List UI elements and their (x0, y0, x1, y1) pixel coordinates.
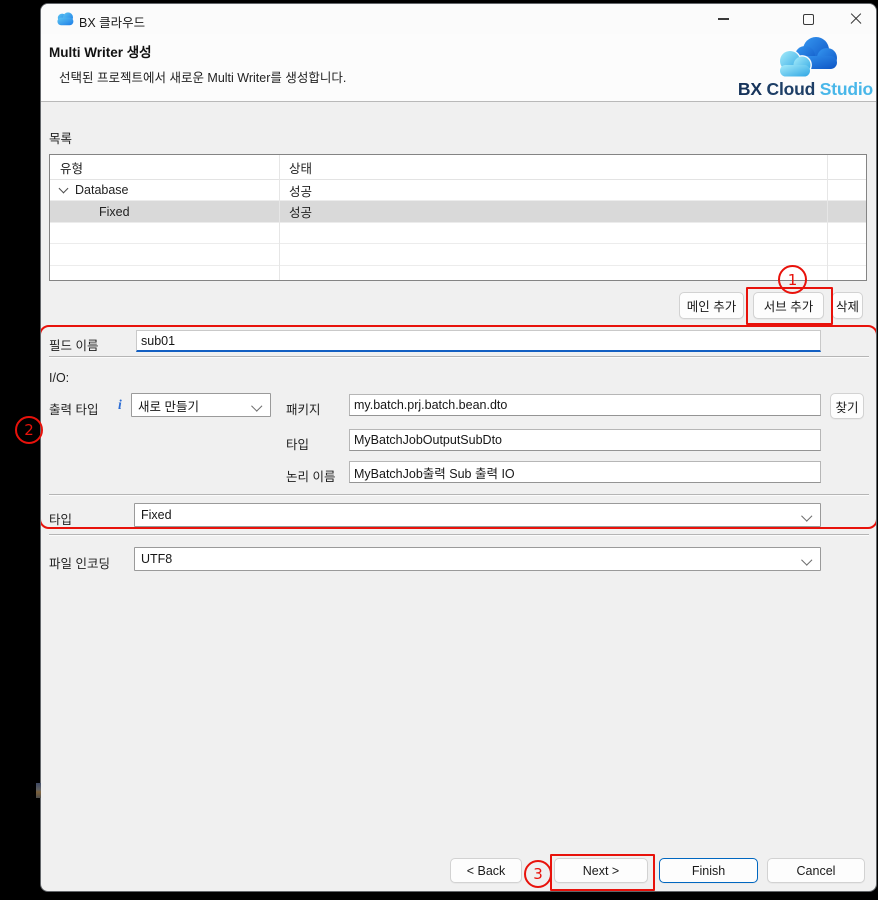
io-label: I/O: (49, 371, 69, 385)
bx-cloud-logo-icon (772, 35, 842, 81)
close-icon (850, 13, 862, 25)
info-icon[interactable]: i (118, 397, 122, 413)
maximize-button[interactable] (786, 4, 831, 34)
table-row-empty[interactable] (50, 223, 866, 244)
finish-button[interactable]: Finish (659, 858, 758, 883)
title-bar[interactable]: BX 클라우드 (41, 4, 876, 34)
annotation-circle-2: 2 (15, 416, 43, 444)
package-input[interactable] (349, 394, 821, 416)
row-status: 성공 (279, 201, 827, 221)
writer-type-label: 타입 (49, 509, 72, 528)
column-header-type[interactable]: 유형 (50, 155, 279, 179)
bx-cloud-studio-wordmark: BX Cloud Studio (738, 79, 873, 100)
table-header-row: 유형 상태 (50, 155, 866, 180)
package-label: 패키지 (286, 399, 321, 418)
wizard-header: Multi Writer 생성 선택된 프로젝트에서 새로운 Multi Wri… (41, 34, 876, 102)
browse-button[interactable]: 찾기 (830, 393, 864, 419)
wizard-dialog: BX 클라우드 Multi Writer 생성 선택된 프로젝트에서 새로운 M… (40, 3, 877, 892)
row-type: Fixed (50, 201, 279, 221)
encoding-combo[interactable]: UTF8 (134, 547, 821, 571)
table-row-empty[interactable] (50, 266, 866, 280)
table-row-database[interactable]: Database 성공 (50, 180, 866, 201)
list-section-label: 목록 (49, 128, 72, 147)
table-row-empty[interactable] (50, 244, 866, 265)
chevron-down-icon (801, 554, 812, 565)
minimize-icon (718, 18, 729, 19)
delete-button[interactable]: 삭제 (832, 292, 863, 319)
maximize-icon (803, 14, 814, 25)
field-name-input[interactable] (136, 330, 821, 352)
separator (49, 534, 869, 536)
column-header-status[interactable]: 상태 (279, 155, 827, 179)
add-sub-button[interactable]: 서브 추가 (753, 292, 824, 319)
dto-type-input[interactable] (349, 429, 821, 451)
close-button[interactable] (833, 4, 877, 34)
row-status: 성공 (279, 180, 827, 200)
table-row-fixed-selected[interactable]: Fixed 성공 (50, 201, 866, 222)
screenshot-root: { "window": { "title": "BX 클라우드" }, "hea… (0, 0, 878, 900)
separator (49, 494, 869, 496)
writer-list-table: 유형 상태 Database 성공 Fixed 성공 (49, 154, 867, 281)
back-button[interactable]: < Back (450, 858, 522, 883)
annotation-circle-3: 3 (524, 860, 552, 888)
chevron-down-icon (801, 510, 812, 521)
output-type-label: 출력 타입 (49, 399, 98, 418)
minimize-button[interactable] (701, 4, 746, 34)
add-main-button[interactable]: 메인 추가 (679, 292, 744, 319)
app-cloud-icon (55, 12, 76, 26)
next-button[interactable]: Next > (554, 858, 648, 883)
separator (49, 356, 869, 358)
tree-expand-icon[interactable] (59, 184, 69, 194)
field-name-label: 필드 이름 (49, 335, 98, 354)
cancel-button[interactable]: Cancel (767, 858, 865, 883)
writer-type-value: Fixed (141, 508, 172, 522)
output-type-combo[interactable]: 새로 만들기 (131, 393, 271, 417)
writer-type-combo[interactable]: Fixed (134, 503, 821, 527)
logical-name-input[interactable] (349, 461, 821, 483)
encoding-value: UTF8 (141, 552, 172, 566)
page-title: Multi Writer 생성 (49, 41, 152, 61)
column-divider (279, 155, 280, 280)
logical-name-label: 논리 이름 (286, 466, 335, 485)
row-type: Database (75, 183, 129, 197)
edge-artifact (36, 783, 41, 798)
column-divider (827, 155, 828, 280)
dto-type-label: 타입 (286, 434, 309, 453)
chevron-down-icon (251, 400, 262, 411)
encoding-label: 파일 인코딩 (49, 553, 110, 572)
column-header-empty (827, 155, 866, 179)
page-subtitle: 선택된 프로젝트에서 새로운 Multi Writer를 생성합니다. (59, 67, 346, 86)
window-title: BX 클라우드 (79, 12, 145, 31)
output-type-value: 새로 만들기 (138, 396, 199, 415)
